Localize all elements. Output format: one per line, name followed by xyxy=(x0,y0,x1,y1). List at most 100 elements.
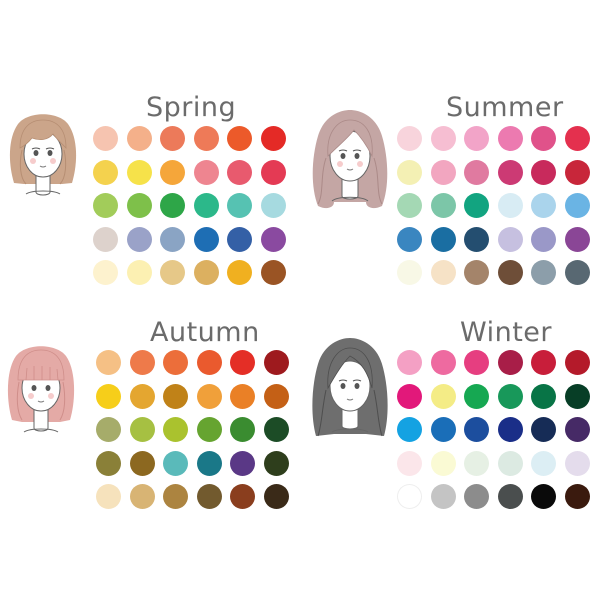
color-swatch xyxy=(430,226,456,252)
color-swatch xyxy=(96,383,121,409)
color-swatch xyxy=(397,226,422,252)
color-palette xyxy=(397,126,591,288)
season-winter: Winter xyxy=(300,300,600,600)
face-illustration-summer xyxy=(308,106,392,220)
color-swatch xyxy=(193,126,219,151)
season-title: Autumn xyxy=(150,317,260,348)
color-palette xyxy=(96,350,290,512)
color-swatch xyxy=(93,159,118,185)
face-illustration-spring xyxy=(6,108,80,208)
color-swatch xyxy=(564,350,590,375)
color-swatch xyxy=(263,350,289,375)
color-swatch xyxy=(193,226,219,252)
color-swatch xyxy=(160,159,185,185)
color-swatch xyxy=(163,417,188,442)
color-swatch xyxy=(497,484,523,509)
color-swatch xyxy=(230,350,255,375)
color-swatch xyxy=(430,450,456,476)
color-swatch xyxy=(397,193,422,218)
color-swatch xyxy=(430,350,456,375)
color-swatch xyxy=(430,260,456,285)
color-swatch xyxy=(397,350,422,375)
color-swatch xyxy=(564,383,590,409)
color-swatch xyxy=(497,126,523,151)
color-swatch xyxy=(126,193,152,218)
color-swatch xyxy=(531,383,556,409)
color-swatch xyxy=(126,260,152,285)
color-swatch xyxy=(531,260,556,285)
color-swatch xyxy=(531,159,556,185)
color-swatch xyxy=(531,193,556,218)
color-swatch xyxy=(129,450,155,476)
color-swatch xyxy=(397,159,422,185)
color-swatch xyxy=(129,383,155,409)
color-swatch xyxy=(263,484,289,509)
color-swatch xyxy=(263,417,289,442)
color-swatch xyxy=(564,226,590,252)
color-swatch xyxy=(260,193,286,218)
color-swatch xyxy=(163,383,188,409)
color-swatch xyxy=(193,159,219,185)
color-swatch xyxy=(260,159,286,185)
color-swatch xyxy=(497,383,523,409)
color-swatch xyxy=(464,350,489,375)
face-illustration-winter xyxy=(308,334,392,448)
color-swatch xyxy=(464,226,489,252)
color-swatch xyxy=(497,450,523,476)
season-title: Spring xyxy=(146,92,237,123)
color-swatch xyxy=(397,383,422,409)
color-swatch xyxy=(129,484,155,509)
color-swatch xyxy=(464,159,489,185)
color-swatch xyxy=(430,159,456,185)
color-swatch xyxy=(464,450,489,476)
color-swatch xyxy=(230,383,255,409)
color-swatch xyxy=(96,417,121,442)
color-palette xyxy=(397,350,591,512)
color-swatch xyxy=(129,350,155,375)
color-swatch xyxy=(464,126,489,151)
color-swatch xyxy=(497,417,523,442)
color-swatch xyxy=(464,193,489,218)
color-swatch xyxy=(464,484,489,509)
color-swatch xyxy=(430,126,456,151)
color-swatch xyxy=(564,126,590,151)
color-swatch xyxy=(196,484,222,509)
color-swatch xyxy=(497,159,523,185)
color-swatch xyxy=(230,417,255,442)
color-swatch xyxy=(531,484,556,509)
color-swatch xyxy=(163,484,188,509)
color-swatch xyxy=(531,350,556,375)
color-swatch xyxy=(263,383,289,409)
face-illustration-autumn xyxy=(4,340,78,444)
color-swatch xyxy=(430,383,456,409)
color-swatch xyxy=(497,350,523,375)
color-swatch xyxy=(430,484,456,509)
color-palette xyxy=(93,126,287,288)
color-swatch xyxy=(227,260,252,285)
color-swatch xyxy=(497,193,523,218)
color-swatch xyxy=(126,226,152,252)
color-swatch xyxy=(160,193,185,218)
color-swatch xyxy=(564,159,590,185)
color-swatch xyxy=(160,260,185,285)
color-swatch xyxy=(227,226,252,252)
color-swatch xyxy=(531,450,556,476)
color-swatch xyxy=(430,417,456,442)
color-swatch xyxy=(464,383,489,409)
color-swatch xyxy=(230,450,255,476)
color-swatch xyxy=(397,450,422,476)
color-swatch xyxy=(564,260,590,285)
color-swatch xyxy=(93,193,118,218)
color-swatch xyxy=(531,226,556,252)
color-swatch xyxy=(531,417,556,442)
color-swatch xyxy=(464,417,489,442)
color-swatch xyxy=(93,260,118,285)
color-swatch xyxy=(464,260,489,285)
color-swatch xyxy=(227,193,252,218)
color-swatch xyxy=(260,226,286,252)
season-title: Summer xyxy=(446,92,564,123)
color-swatch xyxy=(564,193,590,218)
color-swatch xyxy=(227,126,252,151)
color-swatch xyxy=(93,226,118,252)
color-swatch xyxy=(397,417,422,442)
